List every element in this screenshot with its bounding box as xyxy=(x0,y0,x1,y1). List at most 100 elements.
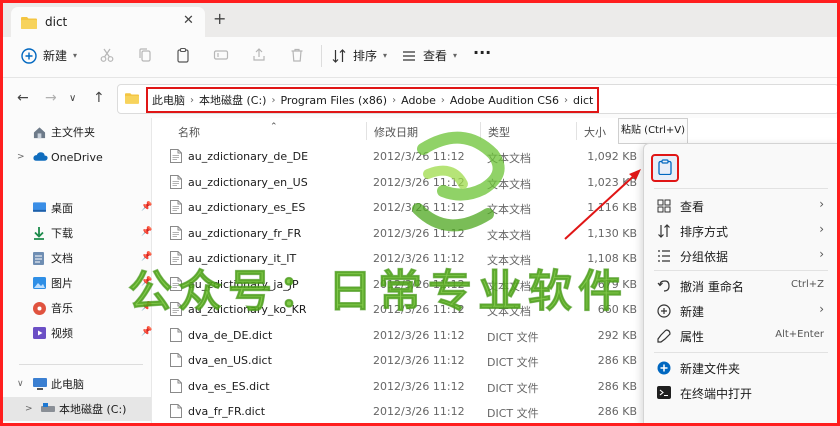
copy-button[interactable] xyxy=(137,47,153,63)
menu-item-open-terminal[interactable]: 在终端中打开 xyxy=(644,381,837,405)
file-type: DICT 文件 xyxy=(487,356,539,369)
column-header-name[interactable]: 名称 xyxy=(178,124,200,140)
sidebar-item-label: 文档 xyxy=(51,252,73,265)
sort-button[interactable]: 排序 ▾ xyxy=(331,47,387,64)
new-button[interactable]: 新建 ▾ xyxy=(21,47,77,64)
back-arrow-icon[interactable]: ← xyxy=(17,90,29,106)
column-header-size[interactable]: 大小 xyxy=(584,124,606,140)
tab-dict[interactable]: dict ✕ xyxy=(11,7,205,37)
music-icon xyxy=(33,302,46,315)
cut-button[interactable] xyxy=(99,47,115,63)
file-row[interactable]: dva_de_DE.dict 2012/3/26 11:12 DICT 文件 292 … xyxy=(152,323,652,348)
annotation-arrow xyxy=(564,169,641,240)
breadcrumb-separator-icon[interactable]: › xyxy=(559,95,573,106)
paste-menu-button[interactable] xyxy=(651,154,679,182)
file-row[interactable]: dva_fr_FR.dict 2012/3/26 11:12 DICT 文件 286 … xyxy=(152,399,652,423)
share-button[interactable] xyxy=(251,47,267,63)
sidebar-divider xyxy=(19,364,143,365)
text-file-icon xyxy=(170,225,182,243)
drive-icon xyxy=(41,403,55,412)
chevron-right-icon: › xyxy=(819,222,824,236)
menu-item-view[interactable]: 查看 › xyxy=(644,194,837,218)
breadcrumb-item[interactable]: dict xyxy=(573,94,593,107)
text-file-icon xyxy=(170,200,182,217)
forward-arrow-icon[interactable]: → xyxy=(45,90,57,106)
group-icon xyxy=(657,249,671,266)
file-row[interactable]: dva_en_US.dict 2012/3/26 11:12 DICT 文件 286 … xyxy=(152,348,652,373)
tab-title: dict xyxy=(45,15,68,29)
sidebar-item-videos[interactable]: 视频 📌 xyxy=(3,321,152,345)
breadcrumb-item[interactable]: 本地磁盘 (C:) xyxy=(199,92,266,108)
breadcrumb-separator-icon[interactable]: › xyxy=(436,95,450,106)
menu-item-sort-by[interactable]: 排序方式 › xyxy=(644,219,837,243)
sidebar-item-local-disk-c[interactable]: > 本地磁盘 (C:) xyxy=(3,397,151,421)
delete-button[interactable] xyxy=(289,47,305,63)
download-icon xyxy=(34,227,44,240)
chevron-right-icon[interactable]: > xyxy=(17,152,25,162)
pin-icon[interactable]: 📌 xyxy=(141,202,152,212)
menu-item-label: 在终端中打开 xyxy=(680,387,753,401)
menu-item-label: 属性 xyxy=(680,330,705,344)
sidebar-item-label: 本地磁盘 (C:) xyxy=(59,403,127,416)
home-icon xyxy=(33,127,46,139)
sidebar-item-desktop[interactable]: 桌面 📌 xyxy=(3,196,152,220)
command-bar: 新建 ▾ 排序 ▾ 查看 ▾ ··· xyxy=(3,37,837,78)
breadcrumb-item[interactable]: 此电脑 xyxy=(152,92,185,108)
sidebar-item-downloads[interactable]: 下载 📌 xyxy=(3,221,152,245)
view-button-label: 查看 xyxy=(423,49,448,63)
menu-item-group-by[interactable]: 分组依据 › xyxy=(644,244,837,268)
rename-button[interactable] xyxy=(213,47,229,63)
navigation-bar: ← → ∨ ↑ 此电脑 › 本地磁盘 (C:) › Program Files (x86… xyxy=(3,78,837,118)
video-icon xyxy=(33,327,46,339)
menu-item-shortcut: Ctrl+Z xyxy=(790,279,824,290)
breadcrumb-item[interactable]: Adobe xyxy=(401,94,436,107)
sort-caret-icon: ⌃ xyxy=(270,122,278,132)
file-row[interactable]: dva_es_ES.dict 2012/3/26 11:12 DICT 文件 286 … xyxy=(152,374,652,399)
more-options-button[interactable]: ··· xyxy=(473,43,491,62)
new-tab-button[interactable]: + xyxy=(213,9,226,28)
chevron-down-icon: ▾ xyxy=(453,51,458,60)
sort-icon xyxy=(657,224,671,241)
recent-chevron-icon[interactable]: ∨ xyxy=(69,93,76,104)
sidebar-item-label: 主文件夹 xyxy=(51,126,95,139)
sidebar-item-label: 视频 xyxy=(51,327,73,340)
view-icon xyxy=(657,199,671,216)
column-divider[interactable] xyxy=(366,122,367,140)
paste-button[interactable] xyxy=(175,47,191,63)
file-name: dva_de_DE.dict xyxy=(188,328,273,342)
tab-strip: dict ✕ + xyxy=(3,3,837,37)
breadcrumb-separator-icon[interactable]: › xyxy=(185,95,199,106)
breadcrumb-item[interactable]: Program Files (x86) xyxy=(280,94,387,107)
breadcrumb-item[interactable]: Adobe Audition CS6 xyxy=(450,94,559,107)
file-type: DICT 文件 xyxy=(487,407,539,420)
properties-icon xyxy=(657,329,671,346)
menu-item-properties[interactable]: 属性 Alt+Enter xyxy=(644,324,837,348)
chevron-right-icon[interactable]: > xyxy=(25,404,33,414)
view-button[interactable]: 查看 ▾ xyxy=(401,47,457,64)
trash-icon xyxy=(291,48,303,62)
file-size: 1,092 KB xyxy=(587,150,637,163)
menu-item-new-folder[interactable]: 新建文件夹 xyxy=(644,356,837,380)
breadcrumb-separator-icon[interactable]: › xyxy=(266,95,280,106)
picture-icon xyxy=(33,277,46,289)
paste-tooltip: 粘贴 (Ctrl+V) xyxy=(618,118,688,144)
address-bar[interactable]: 此电脑 › 本地磁盘 (C:) › Program Files (x86) › Adobe ›… xyxy=(117,84,837,114)
column-divider[interactable] xyxy=(576,122,577,140)
toolbar-divider xyxy=(321,45,322,67)
breadcrumb-separator-icon[interactable]: › xyxy=(387,95,401,106)
text-file-icon xyxy=(170,149,182,166)
file-date: 2012/3/26 11:12 xyxy=(373,354,465,367)
menu-item-label: 查看 xyxy=(680,200,705,214)
menu-item-undo-rename[interactable]: 撤消 重命名 Ctrl+Z xyxy=(644,274,837,298)
pin-icon[interactable]: 📌 xyxy=(141,227,152,237)
chevron-down-icon[interactable]: ∨ xyxy=(17,379,24,389)
file-size: 286 KB xyxy=(597,354,637,367)
sidebar-item-home[interactable]: 主文件夹 xyxy=(3,120,151,144)
up-arrow-icon[interactable]: ↑ xyxy=(93,90,105,106)
sidebar-item-this-pc[interactable]: ∨ 此电脑 xyxy=(3,372,151,396)
pin-icon[interactable]: 📌 xyxy=(141,327,152,337)
file-name: dva_es_ES.dict xyxy=(188,379,270,393)
sidebar-item-onedrive[interactable]: > OneDrive xyxy=(3,145,151,169)
menu-item-new[interactable]: 新建 › xyxy=(644,299,837,323)
close-tab-icon[interactable]: ✕ xyxy=(183,13,194,28)
